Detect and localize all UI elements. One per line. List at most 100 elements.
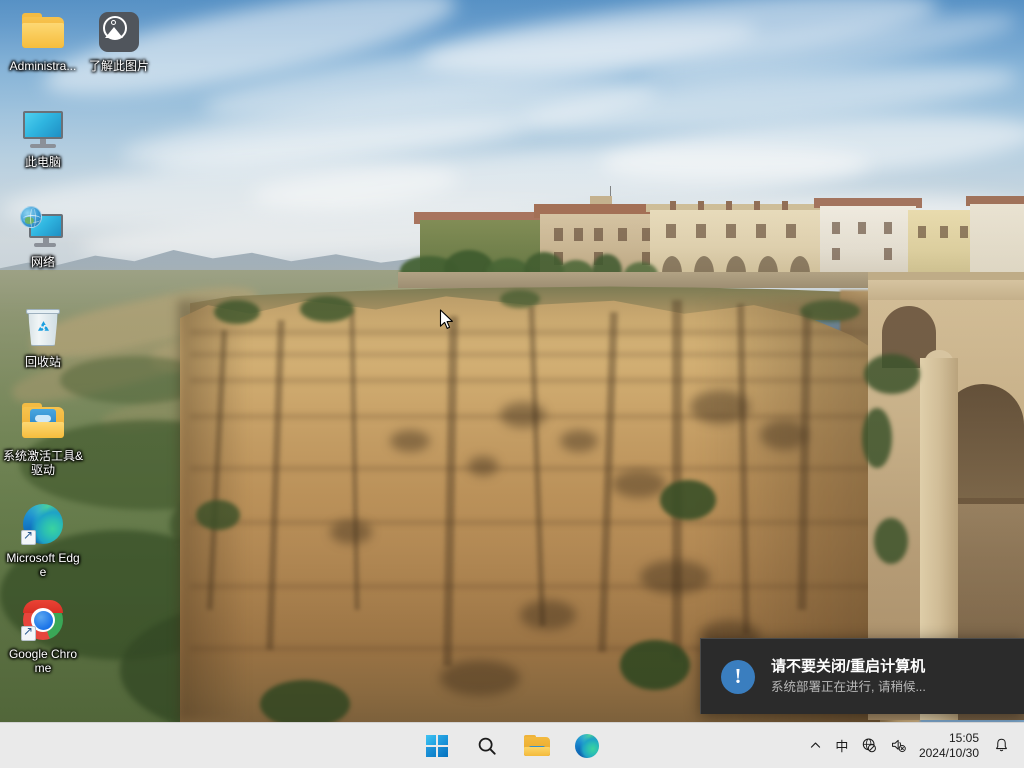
window <box>786 224 796 238</box>
taskbar-start-button[interactable] <box>417 726 457 766</box>
window <box>594 228 603 241</box>
window <box>858 222 866 234</box>
desktop-icon-label: 此电脑 <box>4 155 82 169</box>
wallpaper-town-wall <box>398 272 868 288</box>
recycle-bin-icon <box>19 304 67 352</box>
desktop-icon-administrator-folder[interactable]: Administra... <box>4 8 82 73</box>
window <box>726 224 736 238</box>
rock-shadow <box>330 520 372 544</box>
window <box>574 228 583 241</box>
cliff-shrub <box>196 500 240 530</box>
bell-icon <box>993 737 1010 754</box>
desktop-icon-activation-tools[interactable]: 系统激活工具&驱动 <box>1 398 85 477</box>
chevron-up-icon <box>809 739 822 752</box>
exclamation-icon: ! <box>721 660 755 694</box>
desktop-icon-microsoft-edge[interactable]: Microsoft Edge <box>4 500 82 579</box>
desktop-icon-label: 了解此图片 <box>80 59 158 73</box>
chimney <box>754 201 760 210</box>
chimney <box>782 201 788 210</box>
desktop-icon-learn-about-picture[interactable]: 了解此图片 <box>80 8 158 73</box>
notification-toast[interactable]: ! 请不要关闭/重启计算机 系统部署正在进行, 请稍候... <box>700 638 1024 714</box>
file-explorer-icon <box>524 735 550 757</box>
desktop-icon-label: 网络 <box>4 255 82 269</box>
network-icon <box>19 204 67 252</box>
desktop-icon-grid: Administra... 了解此图片 此电脑 <box>0 0 180 700</box>
this-pc-icon <box>19 104 67 152</box>
taskbar-edge-button[interactable] <box>567 726 607 766</box>
folder-tools-icon <box>19 398 67 446</box>
bridge-ivy <box>862 408 892 468</box>
cliff-shrub <box>660 480 716 520</box>
photo-info-icon <box>95 8 143 56</box>
desktop-icon-label: 系统激活工具&驱动 <box>1 449 85 477</box>
cliff-shrub <box>260 680 350 728</box>
desktop-icon-label: Microsoft Edge <box>4 551 82 579</box>
window <box>918 226 926 238</box>
tray-notifications-button[interactable] <box>987 730 1016 762</box>
shortcut-arrow-icon <box>21 626 36 641</box>
shortcut-arrow-icon <box>21 530 36 545</box>
desktop-icon-recycle-bin[interactable]: 回收站 <box>4 304 82 369</box>
cliff-shrub <box>300 296 354 322</box>
bridge-deck <box>868 280 1024 300</box>
taskbar: 中 <box>0 722 1024 768</box>
start-windows-icon <box>426 735 448 757</box>
window <box>832 222 840 234</box>
rock-shadow <box>612 470 666 498</box>
cliff-shrub <box>214 300 260 324</box>
taskbar-file-explorer-button[interactable] <box>517 726 557 766</box>
tray-clock[interactable]: 15:05 2024/10/30 <box>913 728 987 764</box>
rock-shadow <box>560 430 598 452</box>
notification-subtitle: 系统部署正在进行, 请稍候... <box>771 680 926 695</box>
desktop-icon-this-pc[interactable]: 此电脑 <box>4 104 82 169</box>
window <box>554 228 563 241</box>
recycle-symbol-icon <box>35 319 52 336</box>
desktop-icon-label: Administra... <box>4 59 82 73</box>
desktop-icon-label: 回收站 <box>4 355 82 369</box>
desktop-icon-google-chrome[interactable]: Google Chrome <box>4 596 82 675</box>
notification-title: 请不要关闭/重启计算机 <box>771 658 926 676</box>
tray-network-button[interactable] <box>855 730 884 762</box>
rock-shadow <box>520 600 576 630</box>
window <box>960 226 968 238</box>
tray-volume-button[interactable] <box>884 730 913 762</box>
window <box>696 224 706 238</box>
rock-shadow <box>500 402 546 428</box>
search-icon <box>476 735 498 757</box>
rock-shadow <box>440 660 520 696</box>
window <box>940 226 948 238</box>
tray-overflow-button[interactable] <box>803 730 829 762</box>
desktop-screen: Administra... 了解此图片 此电脑 <box>0 0 1024 768</box>
globe-no-internet-icon <box>861 737 878 754</box>
tray-ime-indicator[interactable]: 中 <box>829 730 855 762</box>
ime-label: 中 <box>835 736 848 755</box>
system-tray: 中 <box>803 723 1016 768</box>
edge-icon <box>575 734 599 758</box>
bridge-ivy <box>864 354 920 394</box>
desktop-icon-label: Google Chrome <box>4 647 82 675</box>
chrome-icon <box>19 596 67 644</box>
window <box>756 224 766 238</box>
notification-text: 请不要关闭/重启计算机 系统部署正在进行, 请稍候... <box>771 658 926 695</box>
chimney <box>698 201 704 210</box>
window <box>618 228 627 241</box>
desktop-icon-network[interactable]: 网络 <box>4 204 82 269</box>
taskbar-center-group <box>417 726 607 766</box>
cliff-shrub <box>800 300 860 322</box>
bridge-ivy <box>874 518 908 564</box>
speaker-muted-icon <box>890 737 907 754</box>
tray-time: 15:05 <box>949 731 979 746</box>
rock-shadow <box>468 456 498 476</box>
cliff-shrub <box>500 290 540 308</box>
taskbar-search-button[interactable] <box>467 726 507 766</box>
chimney <box>670 201 676 210</box>
window <box>884 222 892 234</box>
rock-shadow <box>390 430 430 452</box>
edge-icon <box>19 500 67 548</box>
folder-icon <box>19 8 67 56</box>
exclamation-glyph: ! <box>721 660 755 694</box>
cliff-shrub <box>620 640 690 690</box>
chimney <box>726 201 732 210</box>
tray-date: 2024/10/30 <box>919 746 979 761</box>
window <box>666 224 676 238</box>
